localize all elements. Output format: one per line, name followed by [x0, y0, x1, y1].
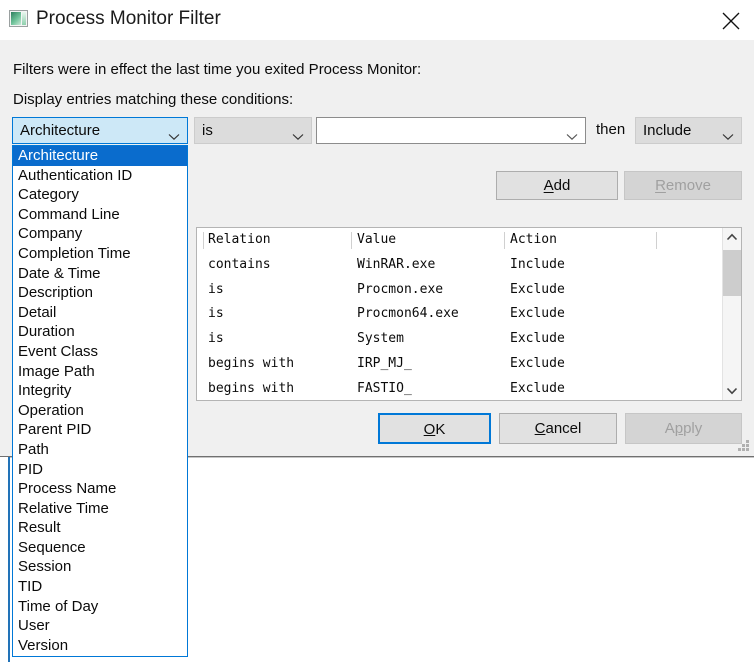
title-bar: Process Monitor Filter — [0, 0, 754, 40]
column-dropdown-list[interactable]: ArchitectureAuthentication IDCategoryCom… — [12, 145, 188, 657]
dropdown-item[interactable]: Relative Time — [13, 499, 187, 519]
cell-value: WinRAR.exe — [357, 253, 502, 278]
dropdown-item[interactable]: Category — [13, 185, 187, 205]
cell-action: Include — [510, 253, 650, 278]
action-combo-value: Include — [643, 122, 691, 139]
chevron-down-icon[interactable] — [723, 381, 741, 400]
dropdown-item[interactable]: Event Class — [13, 342, 187, 362]
process-monitor-icon — [9, 10, 28, 27]
cell-relation: is — [208, 302, 351, 327]
dropdown-item[interactable]: Version — [13, 636, 187, 656]
dropdown-item[interactable]: Detail — [13, 303, 187, 323]
relation-combo[interactable]: is — [194, 117, 312, 144]
dropdown-item[interactable]: Process Name — [13, 479, 187, 499]
dropdown-item[interactable]: Parent PID — [13, 420, 187, 440]
table-row[interactable]: begins with IRP_MJ_ Exclude — [197, 352, 706, 377]
cell-relation: contains — [208, 253, 351, 278]
action-combo[interactable]: Include — [635, 117, 742, 144]
dropdown-item[interactable]: Time of Day — [13, 597, 187, 617]
dropdown-item[interactable]: TID — [13, 577, 187, 597]
dropdown-item[interactable]: Operation — [13, 401, 187, 421]
table-row[interactable]: is Procmon.exe Exclude — [197, 278, 706, 303]
scrollbar-thumb[interactable] — [723, 250, 741, 296]
close-icon[interactable] — [708, 0, 754, 40]
cell-action: Exclude — [510, 327, 650, 352]
table-row[interactable]: contains WinRAR.exe Include — [197, 253, 706, 278]
dropdown-item[interactable]: Company — [13, 224, 187, 244]
cell-value: System — [357, 327, 502, 352]
display-conditions-label: Display entries matching these condition… — [13, 91, 293, 108]
dropdown-item[interactable]: Result — [13, 518, 187, 538]
column-header-value[interactable]: Value — [357, 228, 502, 253]
add-button[interactable]: Add — [496, 171, 618, 200]
cell-action: Exclude — [510, 302, 650, 327]
dropdown-item[interactable]: User — [13, 616, 187, 636]
filter-list[interactable]: Relation Value Action contains WinRAR.ex… — [196, 227, 742, 401]
column-header-action[interactable]: Action — [510, 228, 650, 253]
dropdown-item[interactable]: Path — [13, 440, 187, 460]
cell-relation: begins with — [208, 377, 351, 401]
chevron-down-icon — [722, 128, 734, 145]
process-monitor-icon-gradient — [11, 12, 21, 25]
relation-combo-value: is — [202, 122, 213, 139]
dropdown-item[interactable]: Architecture — [13, 146, 187, 166]
filters-note-label: Filters were in effect the last time you… — [13, 61, 421, 78]
chevron-down-icon — [292, 128, 304, 145]
dropdown-item[interactable]: PID — [13, 460, 187, 480]
cell-relation: is — [208, 327, 351, 352]
remove-button-label: Remove — [625, 172, 741, 199]
dropdown-item[interactable]: Authentication ID — [13, 166, 187, 186]
process-monitor-icon-sidebar — [22, 12, 26, 25]
add-button-label: Add — [497, 172, 617, 199]
cancel-button[interactable]: Cancel — [499, 413, 617, 444]
cell-value: IRP_MJ_ — [357, 352, 502, 377]
cell-action: Exclude — [510, 377, 650, 401]
remove-button: Remove — [624, 171, 742, 200]
dropdown-item[interactable]: Completion Time — [13, 244, 187, 264]
column-combo[interactable]: Architecture — [12, 117, 188, 144]
cell-relation: is — [208, 278, 351, 303]
cell-action: Exclude — [510, 278, 650, 303]
filter-list-scrollbar[interactable] — [722, 228, 741, 400]
dropdown-item[interactable]: Session — [13, 557, 187, 577]
dropdown-item[interactable]: Duration — [13, 322, 187, 342]
column-header-relation[interactable]: Relation — [208, 228, 351, 253]
dropdown-item[interactable]: Description — [13, 283, 187, 303]
dropdown-item[interactable]: Integrity — [13, 381, 187, 401]
cell-action: Exclude — [510, 352, 650, 377]
cell-value: Procmon64.exe — [357, 302, 502, 327]
dropdown-item[interactable]: Sequence — [13, 538, 187, 558]
chevron-down-icon — [566, 128, 578, 145]
table-row[interactable]: is System Exclude — [197, 327, 706, 352]
dropdown-item[interactable]: Image Path — [13, 362, 187, 382]
then-label: then — [596, 121, 625, 138]
table-header-row: Relation Value Action — [197, 228, 706, 253]
dropdown-item[interactable]: Virtualized — [13, 655, 187, 657]
cancel-button-label: Cancel — [535, 420, 582, 437]
table-row[interactable]: is Procmon64.exe Exclude — [197, 302, 706, 327]
cell-value: FASTIO_ — [357, 377, 502, 401]
dropdown-item[interactable]: Command Line — [13, 205, 187, 225]
chevron-down-icon — [168, 128, 180, 145]
apply-button: Apply — [625, 413, 742, 444]
window-title: Process Monitor Filter — [36, 8, 221, 30]
column-combo-value: Architecture — [20, 122, 100, 139]
chevron-up-icon[interactable] — [723, 228, 741, 247]
filter-list-body: Relation Value Action contains WinRAR.ex… — [197, 228, 706, 400]
ok-button[interactable]: OK — [378, 413, 491, 444]
parent-window-left-edge — [8, 455, 10, 662]
resize-grip[interactable] — [738, 440, 750, 452]
dropdown-item[interactable]: Date & Time — [13, 264, 187, 284]
ok-button-label: OK — [424, 421, 446, 438]
cell-value: Procmon.exe — [357, 278, 502, 303]
table-row[interactable]: begins with FASTIO_ Exclude — [197, 377, 706, 401]
cell-relation: begins with — [208, 352, 351, 377]
value-combo[interactable] — [316, 117, 586, 144]
apply-button-label: Apply — [665, 420, 703, 437]
